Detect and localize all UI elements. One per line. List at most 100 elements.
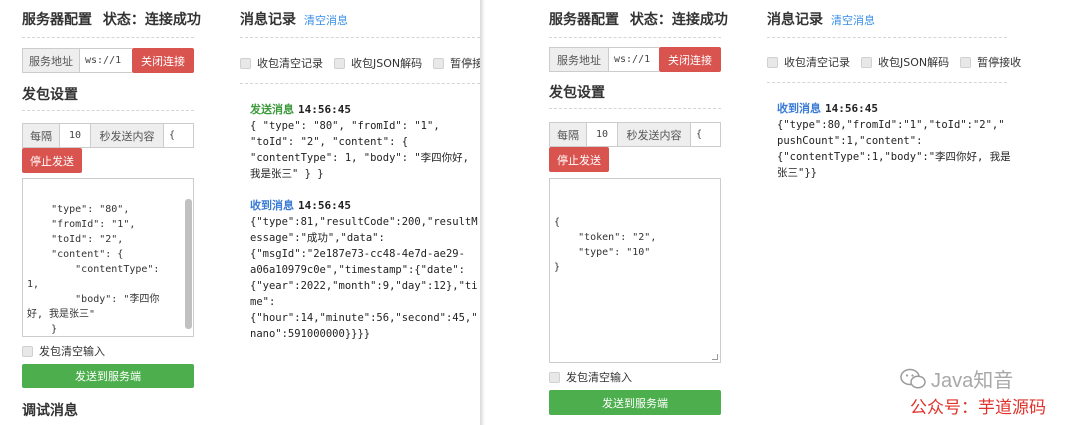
wechat-icon [900, 368, 926, 389]
checkbox-box[interactable] [767, 56, 778, 68]
message-line: { "type": "80", "fromId": "1", [250, 120, 440, 132]
payload-textarea[interactable]: { "token": "2", "type": "10"} [549, 178, 721, 363]
pause-receive-label: 暂停接收 [977, 56, 1022, 69]
message-line: me": [250, 296, 276, 308]
divider [240, 37, 480, 38]
payload-line: "type": "80", [27, 204, 130, 215]
stop-sending-button[interactable]: 停止发送 [22, 148, 82, 173]
left-log-column: 消息记录 清空消息 收包清空记录 收包JSON解码 暂停接收 发送消息 14:56… [240, 0, 480, 425]
recv-json-decode-checkbox[interactable]: 收包JSON解码 [861, 54, 949, 70]
message-line: {"contentType":1,"body":"李四你好, 我是 [777, 151, 1011, 163]
message-line: {"year":2022,"month":9,"day":12},"ti [250, 280, 478, 292]
server-config-title: 服务器配置 状态：连接成功 [22, 9, 201, 29]
received-message-entry: 收到消息 14:56:45 {"type":81,"resultCode":200… [250, 198, 480, 342]
payload-line: "body": "李四你 [27, 294, 160, 305]
close-connection-button[interactable]: 关闭连接 [659, 47, 721, 72]
message-line: {"type":81,"resultCode":200,"resultM [250, 216, 478, 228]
sent-message-body: { "type": "80", "fromId": "1", "toId": "2… [250, 118, 480, 182]
received-message-entry: 收到消息 14:56:45 {"type":80,"fromId":"1","to… [777, 101, 1017, 181]
pause-receive-checkbox[interactable]: 暂停接收 [433, 55, 480, 71]
scrollbar-thumb[interactable] [185, 199, 192, 329]
connection-status: 状态：连接成功 [629, 12, 728, 28]
server-address-label: 服务地址 [22, 48, 80, 73]
server-address-label: 服务地址 [549, 47, 609, 72]
clear-input-label: 发包清空输入 [39, 345, 105, 358]
recv-json-decode-label: 收包JSON解码 [878, 56, 950, 69]
send-content-label: 秒发送内容 [90, 123, 164, 148]
message-line: "toId": "2", "content": { [250, 136, 409, 148]
send-content-label: 秒发送内容 [617, 122, 691, 147]
checkbox-box[interactable] [861, 56, 872, 68]
recv-json-decode-checkbox[interactable]: 收包JSON解码 [334, 55, 422, 71]
interval-input[interactable]: 10 [60, 123, 90, 148]
resize-grip-icon[interactable] [712, 354, 718, 360]
payload-textarea[interactable]: "type": "80", "fromId": "1", "toId": "2"… [22, 178, 194, 337]
message-line: pushCount":1,"content": [777, 135, 923, 147]
send-to-server-button[interactable]: 发送到服务端 [549, 390, 721, 415]
payload-line: "token": "2", [554, 232, 657, 243]
close-connection-button[interactable]: 关闭连接 [132, 48, 194, 73]
received-message-label: 收到消息 [777, 102, 821, 115]
checkbox-box[interactable] [433, 57, 445, 69]
message-line: {"hour":14,"minute":56,"second":45," [250, 312, 478, 324]
divider [767, 37, 1007, 38]
clear-messages-link[interactable]: 清空消息 [304, 12, 348, 28]
send-content-input[interactable]: { [164, 123, 194, 148]
message-line: {"msgId":"2e187e73-cc48-4e7d-ae29- [250, 248, 465, 260]
log-title: 消息记录 [240, 12, 296, 28]
payload-line: "type": "10" [554, 247, 651, 258]
recv-clear-log-checkbox[interactable]: 收包清空记录 [767, 54, 850, 70]
server-address-input[interactable]: ws://1 [80, 48, 132, 73]
received-message-body: {"type":80,"fromId":"1","toId":"2"," push… [777, 117, 1017, 181]
clear-input-label: 发包清空输入 [566, 371, 632, 384]
log-header: 消息记录 清空消息 [240, 9, 348, 29]
divider [22, 110, 194, 111]
clear-input-checkbox[interactable]: 发包清空输入 [22, 343, 105, 359]
payload-text: "type": "80", "fromId": "1", "toId": "2"… [27, 202, 189, 336]
checkbox-box[interactable] [334, 57, 345, 69]
recv-clear-log-checkbox[interactable]: 收包清空记录 [240, 55, 323, 71]
right-client-window: 服务器配置 状态：连接成功 服务地址 ws://1 关闭连接 发包设置 每隔 1… [485, 0, 1080, 425]
server-address-group: 服务地址 ws://1 关闭连接 [549, 47, 721, 72]
divider [549, 108, 721, 109]
payload-line: 好, 我是张三" [27, 309, 96, 320]
clear-messages-link[interactable]: 清空消息 [831, 12, 875, 28]
sent-message-label: 发送消息 [250, 103, 294, 116]
server-config-heading: 服务器配置 [22, 12, 92, 28]
payload-line: { [554, 217, 561, 228]
payload-line: "fromId": "1", [27, 219, 136, 230]
message-line: a06a10979c0e","timestamp":{"date": [250, 264, 465, 276]
send-to-server-button[interactable]: 发送到服务端 [22, 364, 194, 388]
checkbox-box[interactable] [549, 371, 560, 383]
interval-group: 每隔 10 秒发送内容 { [22, 123, 194, 148]
checkbox-box[interactable] [240, 57, 251, 69]
left-client-window: 服务器配置 状态：连接成功 服务地址 ws://1 关闭连接 发包设置 每隔 1… [0, 0, 480, 425]
sent-message-entry: 发送消息 14:56:45 { "type": "80", "fromId": "… [250, 102, 480, 182]
divider [22, 37, 194, 38]
server-config-heading: 服务器配置 [549, 12, 619, 28]
received-message-body: {"type":81,"resultCode":200,"resultM essa… [250, 214, 480, 342]
message-line: {"type":80,"fromId":"1","toId":"2"," [777, 119, 1005, 131]
connection-status: 状态：连接成功 [102, 12, 201, 28]
divider [240, 83, 480, 84]
pause-receive-label: 暂停接收 [450, 57, 480, 70]
message-line: "contentType": 1, "body": "李四你好, [250, 152, 470, 164]
right-config-column: 服务器配置 状态：连接成功 服务地址 ws://1 关闭连接 发包设置 每隔 1… [549, 0, 728, 425]
watermark-brand-text: Java知音 [931, 370, 1014, 392]
clear-input-checkbox[interactable]: 发包清空输入 [549, 369, 632, 385]
send-content-input[interactable]: { [691, 122, 721, 147]
interval-input[interactable]: 10 [587, 122, 617, 147]
payload-line: } [27, 324, 58, 335]
payload-line: 1, [27, 279, 40, 290]
server-address-input[interactable]: ws://1 [609, 47, 659, 72]
message-line: nano":591000000}}}} [250, 328, 371, 340]
checkbox-box[interactable] [22, 345, 33, 357]
every-label: 每隔 [22, 123, 60, 148]
checkbox-box[interactable] [960, 56, 972, 68]
server-address-group: 服务地址 ws://1 关闭连接 [22, 48, 194, 73]
debug-messages-title: 调试消息 [22, 403, 78, 419]
watermark-brand: Java知音 [900, 364, 1013, 393]
message-time: 14:56:45 [825, 102, 878, 115]
pause-receive-checkbox[interactable]: 暂停接收 [960, 54, 1021, 70]
stop-sending-button[interactable]: 停止发送 [549, 147, 609, 172]
